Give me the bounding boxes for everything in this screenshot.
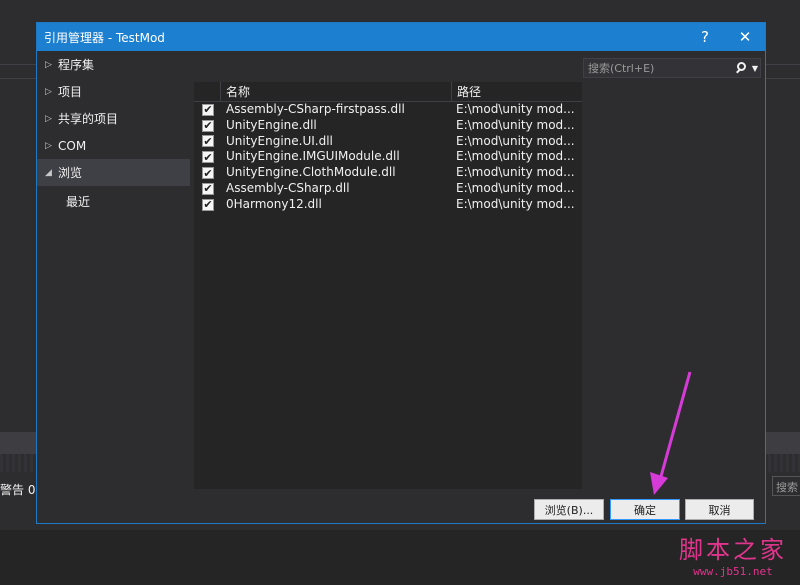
site-watermark: 脚本之家 www.jb51.net	[672, 535, 794, 579]
watermark-title: 脚本之家	[679, 536, 787, 564]
watermark-url: www.jb51.net	[693, 565, 773, 578]
annotation-arrow-icon	[650, 371, 692, 495]
